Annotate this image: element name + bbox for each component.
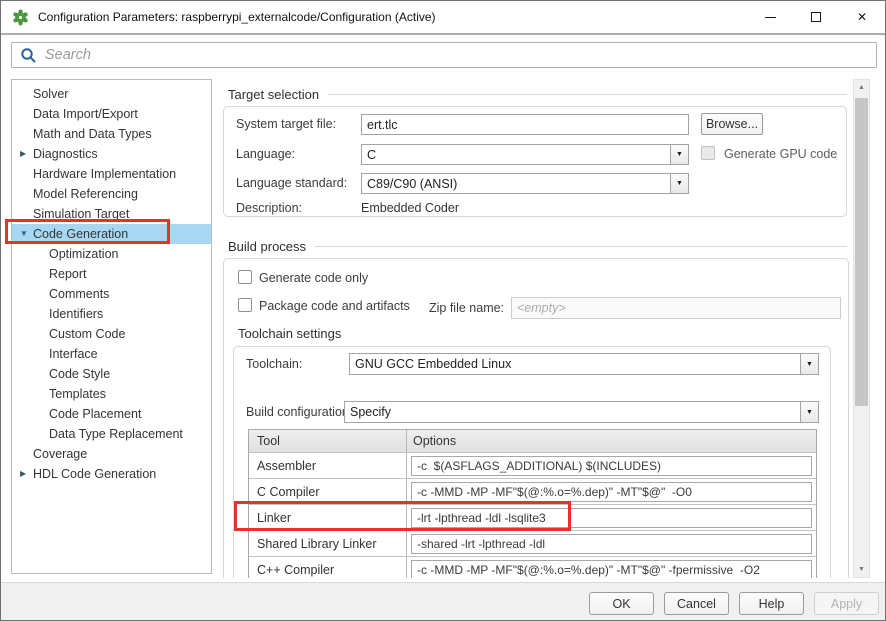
sidebar-item-code-generation[interactable]: ▼Code Generation bbox=[12, 224, 211, 244]
sidebar-item-identifiers[interactable]: Identifiers bbox=[12, 304, 211, 324]
build-configuration-label: Build configuration: bbox=[246, 405, 352, 419]
maximize-icon bbox=[811, 12, 821, 22]
cpp-compiler-options-field[interactable]: -c -MMD -MP -MF"$(@:%.o=%.dep)" -MT"$@" … bbox=[411, 560, 812, 579]
ok-button[interactable]: OK bbox=[589, 592, 654, 615]
package-code-checkbox[interactable] bbox=[238, 298, 252, 312]
language-standard-label: Language standard: bbox=[236, 176, 347, 190]
toolchain-label: Toolchain: bbox=[246, 357, 302, 371]
window-controls: ✕ bbox=[747, 1, 885, 33]
close-button[interactable]: ✕ bbox=[839, 1, 885, 33]
table-row-linker: Linker -lrt -lpthread -ldl -lsqlite3 bbox=[249, 504, 816, 530]
assembler-options-field[interactable]: -c $(ASFLAGS_ADDITIONAL) $(INCLUDES) bbox=[411, 456, 812, 476]
window-title: Configuration Parameters: raspberrypi_ex… bbox=[38, 10, 436, 24]
minimize-icon bbox=[765, 17, 776, 18]
system-target-file-field[interactable]: ert.tlc bbox=[361, 114, 689, 135]
browse-button[interactable]: Browse... bbox=[701, 113, 763, 135]
language-label: Language: bbox=[236, 147, 295, 161]
heading-rule bbox=[328, 94, 847, 95]
sidebar-item-hardware-implementation[interactable]: Hardware Implementation bbox=[12, 164, 211, 184]
sidebar-item-model-referencing[interactable]: Model Referencing bbox=[12, 184, 211, 204]
sidebar-item-comments[interactable]: Comments bbox=[12, 284, 211, 304]
sidebar-item-code-style[interactable]: Code Style bbox=[12, 364, 211, 384]
dialog-footer: OK Cancel Help Apply bbox=[1, 582, 885, 621]
app-gear-icon bbox=[12, 9, 29, 26]
zip-file-name-field[interactable]: <empty> bbox=[511, 297, 841, 319]
column-header-tool: Tool bbox=[249, 430, 407, 452]
sidebar-item-solver[interactable]: Solver bbox=[12, 84, 211, 104]
language-standard-dropdown[interactable]: C89/C90 (ANSI) ▼ bbox=[361, 173, 689, 194]
search-input[interactable]: Search bbox=[11, 42, 877, 68]
sidebar-item-code-placement[interactable]: Code Placement bbox=[12, 404, 211, 424]
sidebar-item-report[interactable]: Report bbox=[12, 264, 211, 284]
scrollbar-thumb[interactable] bbox=[855, 98, 868, 406]
heading-rule bbox=[315, 246, 847, 247]
dropdown-arrow-icon[interactable]: ▼ bbox=[800, 402, 818, 422]
sidebar-item-coverage[interactable]: Coverage bbox=[12, 444, 211, 464]
sidebar-item-diagnostics[interactable]: ▶Diagnostics bbox=[12, 144, 211, 164]
table-row-c-compiler: C Compiler -c -MMD -MP -MF"$(@:%.o=%.dep… bbox=[249, 478, 816, 504]
column-header-options: Options bbox=[407, 430, 816, 452]
shared-library-linker-options-field[interactable]: -shared -lrt -lpthread -ldl bbox=[411, 534, 812, 554]
target-selection-heading: Target selection bbox=[228, 86, 847, 102]
table-header-row: Tool Options bbox=[249, 430, 816, 452]
scroll-down-icon[interactable]: ▼ bbox=[854, 562, 869, 577]
configuration-parameters-dialog: Configuration Parameters: raspberrypi_ex… bbox=[0, 0, 886, 621]
sidebar-item-data-type-replacement[interactable]: Data Type Replacement bbox=[12, 424, 211, 444]
scroll-up-icon[interactable]: ▲ bbox=[854, 80, 869, 95]
sidebar-item-simulation-target[interactable]: Simulation Target bbox=[12, 204, 211, 224]
generate-gpu-code-checkbox[interactable] bbox=[701, 146, 715, 160]
toolchain-dropdown[interactable]: GNU GCC Embedded Linux ▼ bbox=[349, 353, 819, 375]
settings-pane: Target selection System target file: ert… bbox=[213, 77, 853, 578]
zip-file-name-label: Zip file name: bbox=[429, 301, 504, 315]
build-process-heading: Build process bbox=[228, 238, 847, 254]
search-icon bbox=[20, 47, 37, 64]
description-value: Embedded Coder bbox=[361, 201, 459, 215]
sidebar-item-templates[interactable]: Templates bbox=[12, 384, 211, 404]
sidebar-item-custom-code[interactable]: Custom Code bbox=[12, 324, 211, 344]
search-placeholder: Search bbox=[45, 47, 91, 63]
generate-gpu-code-label: Generate GPU code bbox=[724, 147, 837, 161]
category-tree: Solver Data Import/Export Math and Data … bbox=[11, 79, 212, 574]
dropdown-arrow-icon[interactable]: ▼ bbox=[670, 174, 688, 193]
maximize-button[interactable] bbox=[793, 1, 839, 33]
table-row-shared-library-linker: Shared Library Linker -shared -lrt -lpth… bbox=[249, 530, 816, 556]
description-label: Description: bbox=[236, 201, 302, 215]
generate-code-only-checkbox[interactable] bbox=[238, 270, 252, 284]
collapsed-arrow-icon[interactable]: ▶ bbox=[20, 464, 26, 484]
help-button[interactable]: Help bbox=[739, 592, 804, 615]
collapsed-arrow-icon[interactable]: ▶ bbox=[20, 144, 26, 164]
toolchain-options-table: Tool Options Assembler -c $(ASFLAGS_ADDI… bbox=[248, 429, 817, 578]
language-dropdown[interactable]: C ▼ bbox=[361, 144, 689, 165]
apply-button[interactable]: Apply bbox=[814, 592, 879, 615]
system-target-file-label: System target file: bbox=[236, 117, 336, 131]
title-bar: Configuration Parameters: raspberrypi_ex… bbox=[1, 1, 885, 35]
toolchain-settings-heading: Toolchain settings bbox=[238, 326, 341, 341]
table-row-cpp-compiler: C++ Compiler -c -MMD -MP -MF"$(@:%.o=%.d… bbox=[249, 556, 816, 578]
build-configuration-dropdown[interactable]: Specify ▼ bbox=[344, 401, 819, 423]
c-compiler-options-field[interactable]: -c -MMD -MP -MF"$(@:%.o=%.dep)" -MT"$@" … bbox=[411, 482, 812, 502]
sidebar-item-data-import-export[interactable]: Data Import/Export bbox=[12, 104, 211, 124]
sidebar-item-math-and-data-types[interactable]: Math and Data Types bbox=[12, 124, 211, 144]
table-row-assembler: Assembler -c $(ASFLAGS_ADDITIONAL) $(INC… bbox=[249, 452, 816, 478]
dropdown-arrow-icon[interactable]: ▼ bbox=[670, 145, 688, 164]
sidebar-item-optimization[interactable]: Optimization bbox=[12, 244, 211, 264]
expanded-arrow-icon[interactable]: ▼ bbox=[20, 224, 28, 244]
minimize-button[interactable] bbox=[747, 1, 793, 33]
linker-options-field[interactable]: -lrt -lpthread -ldl -lsqlite3 bbox=[411, 508, 812, 528]
cancel-button[interactable]: Cancel bbox=[664, 592, 729, 615]
generate-code-only-label: Generate code only bbox=[259, 271, 368, 285]
close-icon: ✕ bbox=[857, 11, 867, 23]
sidebar-item-hdl-code-generation[interactable]: ▶HDL Code Generation bbox=[12, 464, 211, 484]
dropdown-arrow-icon[interactable]: ▼ bbox=[800, 354, 818, 374]
vertical-scrollbar[interactable]: ▲ ▼ bbox=[853, 79, 870, 578]
sidebar-item-interface[interactable]: Interface bbox=[12, 344, 211, 364]
package-code-label: Package code and artifacts bbox=[259, 299, 410, 313]
